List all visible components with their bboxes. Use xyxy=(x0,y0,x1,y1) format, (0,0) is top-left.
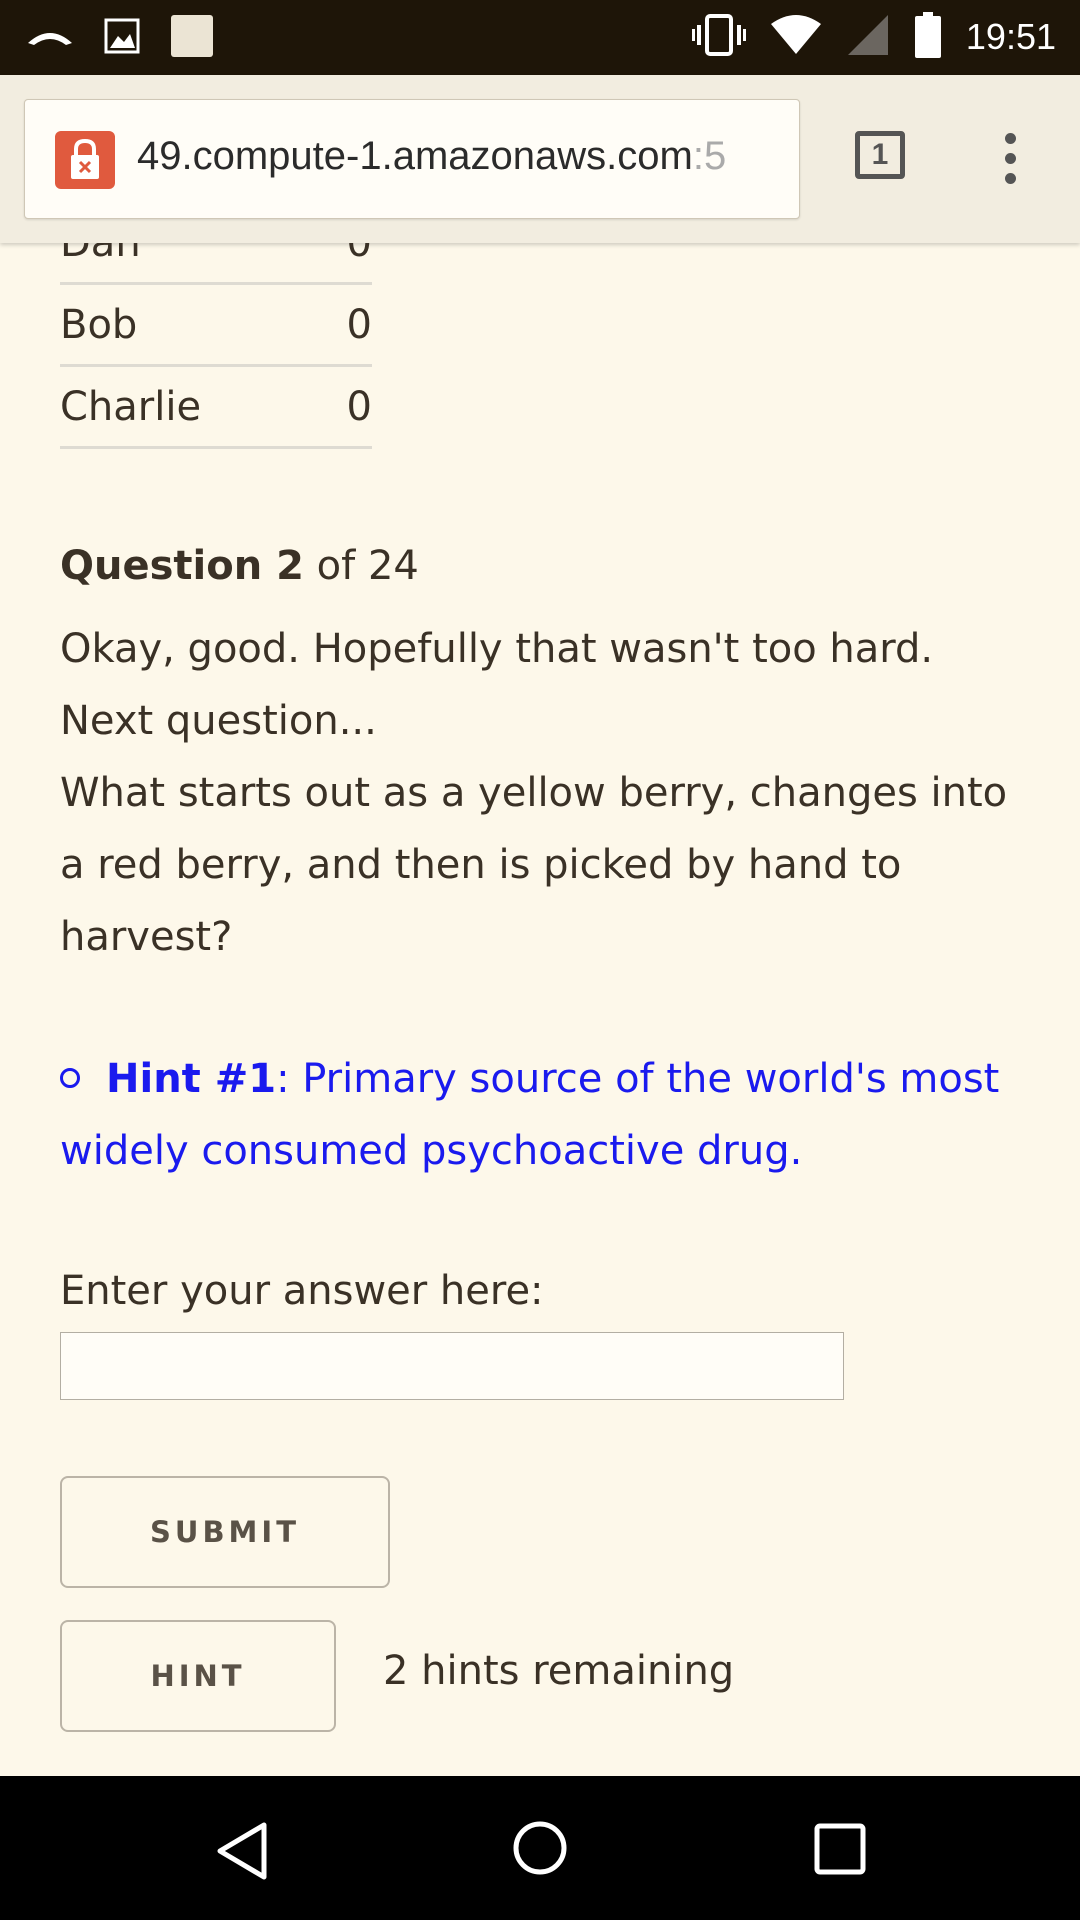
browser-toolbar: 49.compute-1.amazonaws.com:5 1 xyxy=(0,75,1080,243)
overflow-menu-icon[interactable] xyxy=(998,133,1022,193)
placeholder-icon xyxy=(170,14,214,62)
image-icon xyxy=(104,18,140,58)
navigation-bar xyxy=(0,1776,1080,1920)
clock: 19:51 xyxy=(965,16,1056,57)
page-content: Dan 0 Bob 0 Charlie 0 Question 2 of 24 O… xyxy=(0,243,1080,1776)
url-port: :5 xyxy=(692,134,727,178)
back-icon[interactable] xyxy=(214,1821,270,1885)
hints-remaining: 2 hints remaining xyxy=(383,1648,735,1694)
question-body: What starts out as a yellow berry, chang… xyxy=(60,770,1008,960)
recents-icon[interactable] xyxy=(814,1823,866,1879)
hint-item: Hint #1: Primary source of the world's m… xyxy=(60,1043,1020,1187)
question-number: Question 2 xyxy=(60,543,304,589)
battery-icon xyxy=(914,12,942,62)
submit-button[interactable]: SUBMIT xyxy=(60,1476,390,1588)
question-total: of 24 xyxy=(303,543,419,589)
bullet-icon xyxy=(60,1068,80,1088)
player-score: 0 xyxy=(324,283,372,367)
player-name: Bob xyxy=(60,283,325,367)
home-icon[interactable] xyxy=(512,1820,568,1880)
table-row: Dan 0 xyxy=(60,243,372,285)
status-bar: 19:51 xyxy=(0,0,1080,75)
wifi-icon xyxy=(770,14,822,60)
player-name: Charlie xyxy=(60,365,325,449)
answer-label: Enter your answer here: xyxy=(60,1268,544,1314)
player-score: 0 xyxy=(324,365,372,449)
player-score: 0 xyxy=(324,243,372,285)
question-text: Okay, good. Hopefully that wasn't too ha… xyxy=(60,613,1030,973)
table-row: Charlie 0 xyxy=(60,365,372,449)
question-heading: Question 2 of 24 xyxy=(60,543,419,589)
player-name: Dan xyxy=(60,243,325,285)
question-line-2: Next question... xyxy=(60,698,377,744)
notification-icon xyxy=(26,21,74,55)
tab-switcher-button[interactable]: 1 xyxy=(855,131,905,179)
vibrate-icon xyxy=(691,13,746,61)
url-bar[interactable]: 49.compute-1.amazonaws.com:5 xyxy=(24,99,800,219)
hint-button[interactable]: HINT xyxy=(60,1620,336,1732)
hint-label: Hint #1 xyxy=(106,1056,277,1102)
url-text[interactable]: 49.compute-1.amazonaws.com:5 xyxy=(137,134,726,179)
table-row: Bob 0 xyxy=(60,283,372,367)
signal-icon xyxy=(846,13,890,61)
tab-count: 1 xyxy=(871,138,889,171)
scoreboard-table: Dan 0 Bob 0 Charlie 0 xyxy=(60,243,372,449)
answer-input[interactable] xyxy=(60,1332,844,1400)
url-host: 49.compute-1.amazonaws.com xyxy=(137,134,693,178)
insecure-lock-icon[interactable] xyxy=(55,131,115,189)
question-line-1: Okay, good. Hopefully that wasn't too ha… xyxy=(60,626,934,672)
